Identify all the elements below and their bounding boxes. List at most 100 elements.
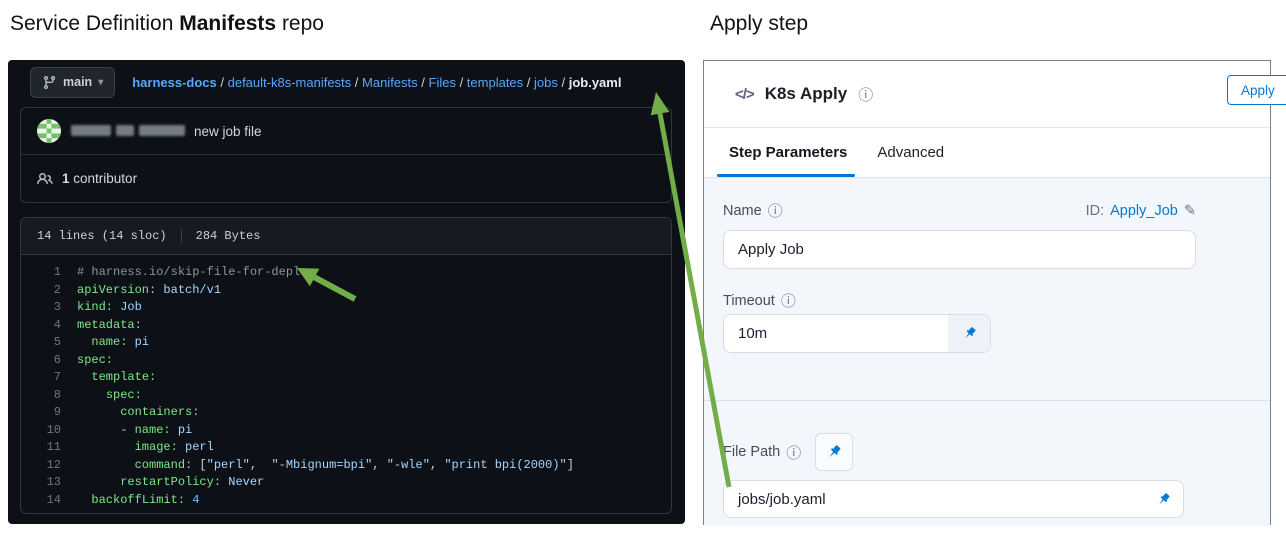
title-prefix: Service Definition <box>10 12 180 35</box>
line-number[interactable]: 8 <box>21 387 77 405</box>
breadcrumb-link[interactable]: templates <box>467 75 523 90</box>
title-suffix: repo <box>276 12 324 35</box>
timeout-field-label: Timeout ⓘ <box>723 290 796 311</box>
breadcrumb-link[interactable]: Manifests <box>362 75 418 90</box>
code-line-content: spec: <box>105 387 142 402</box>
code-icon: </> <box>735 85 755 103</box>
code-block: 1 # harness.io/skip-file-for-deploy 2 apiVe… <box>21 255 671 509</box>
file-viewer: 14 lines (14 sloc) 284 Bytes 1 # harness.… <box>20 217 672 514</box>
line-number[interactable]: 5 <box>21 334 77 352</box>
name-field-row: Name ⓘ ID: Apply_Job ✎ <box>723 200 1196 221</box>
line-number[interactable]: 13 <box>21 474 77 492</box>
pushpin-icon <box>829 445 841 458</box>
line-number[interactable]: 4 <box>21 317 77 335</box>
info-icon[interactable]: ⓘ <box>768 200 783 221</box>
code-line: 12 command: ["perl", "-Mbignum=bpi", "-w… <box>21 457 671 475</box>
avatar[interactable] <box>37 119 61 143</box>
file-path-label-text: File Path <box>723 444 781 460</box>
right-section-title: Apply step <box>710 12 809 35</box>
title-bold: Manifests <box>179 12 277 35</box>
code-line: 5 name: pi <box>21 334 671 352</box>
identicon <box>37 119 61 143</box>
git-branch-icon <box>43 75 56 89</box>
k8s-apply-step-panel: </> K8s Apply ⓘ Apply Step Parameters Ad… <box>703 60 1286 526</box>
file-path-input[interactable]: jobs/job.yaml <box>723 480 1184 518</box>
info-icon[interactable]: ⓘ <box>781 290 796 311</box>
file-path-pin-button[interactable] <box>815 433 854 471</box>
file-size-info: 284 Bytes <box>180 229 260 243</box>
code-line-content: command: ["perl", "-Mbignum=bpi", "-wle"… <box>134 457 574 472</box>
contributors-row[interactable]: 1 contributor <box>21 155 671 202</box>
code-line: 10 - name: pi <box>21 422 671 440</box>
code-line-content: backoffLimit: 4 <box>91 492 200 507</box>
chevron-down-icon: ▾ <box>98 76 104 88</box>
left-section-title: Service Definition Manifests repo <box>10 12 324 36</box>
breadcrumb-separator: / <box>417 74 429 90</box>
tab-advanced[interactable]: Advanced <box>877 128 944 177</box>
info-icon[interactable]: ⓘ <box>786 442 801 463</box>
line-number[interactable]: 2 <box>21 282 77 300</box>
code-line-content: kind: Job <box>77 300 142 314</box>
people-icon <box>37 172 53 184</box>
breadcrumb-link[interactable]: default-k8s-manifests <box>228 75 352 90</box>
name-input[interactable]: Apply Job <box>723 230 1196 269</box>
branch-selector[interactable]: main ▾ <box>30 66 116 98</box>
breadcrumb-separator: / <box>351 74 363 90</box>
code-line: 3 kind: Job <box>21 299 671 317</box>
line-number[interactable]: 9 <box>21 404 77 422</box>
commit-author-redacted <box>71 122 190 140</box>
redacted-text-block <box>116 125 134 137</box>
commit-message[interactable]: new job file <box>194 124 262 139</box>
github-file-panel: main ▾ harness-docs / default-k8s-manife… <box>8 60 685 524</box>
file-lines-info: 14 lines (14 sloc) <box>37 229 167 243</box>
screenshot-canvas: Service Definition Manifests repo Apply … <box>0 0 1286 537</box>
breadcrumb-current-file: job.yaml <box>568 74 622 90</box>
tab-step-parameters[interactable]: Step Parameters <box>716 128 856 177</box>
redacted-text-block <box>71 125 111 137</box>
breadcrumb-separator: / <box>216 74 228 90</box>
breadcrumb-separator: / <box>523 74 535 90</box>
code-line: 7 template: <box>21 369 671 387</box>
step-parameters-content: Name ⓘ ID: Apply_Job ✎ Apply Job Timeout… <box>704 178 1270 526</box>
id-value[interactable]: Apply_Job <box>1110 203 1178 219</box>
info-icon[interactable]: ⓘ <box>858 84 873 105</box>
code-line-content: # harness.io/skip-file-for-deploy <box>77 265 315 279</box>
step-id: ID: Apply_Job ✎ <box>1086 203 1196 219</box>
line-number[interactable]: 7 <box>21 369 77 387</box>
timeout-input[interactable]: 10m <box>723 314 991 353</box>
breadcrumb: harness-docs / default-k8s-manifests / M… <box>132 75 621 90</box>
latest-commit-row[interactable]: new job file <box>21 108 671 155</box>
timeout-pin-toggle[interactable] <box>948 315 990 352</box>
apply-changes-button[interactable]: Apply <box>1227 75 1286 105</box>
file-path-field-label: File Path ⓘ <box>723 442 801 463</box>
line-number[interactable]: 14 <box>21 492 77 510</box>
code-line-content: - name: pi <box>77 422 193 437</box>
breadcrumb-separator: / <box>455 74 467 90</box>
line-number[interactable]: 3 <box>21 299 77 317</box>
code-line-content: template: <box>91 370 157 384</box>
edit-pencil-icon[interactable]: ✎ <box>1184 203 1196 219</box>
line-number[interactable]: 12 <box>21 457 77 475</box>
file-meta-bar: 14 lines (14 sloc) 284 Bytes <box>21 218 671 255</box>
commit-info-box: new job file 1 contributor <box>20 107 672 203</box>
file-path-field-row: File Path ⓘ <box>723 433 854 471</box>
contributor-word: contributor <box>73 171 138 186</box>
code-line: 6 spec: <box>21 352 671 370</box>
breadcrumb-link[interactable]: Files <box>429 75 456 90</box>
line-number[interactable]: 10 <box>21 422 77 440</box>
file-path-pin-toggle[interactable] <box>1156 492 1171 507</box>
file-path-input-value: jobs/job.yaml <box>738 490 826 508</box>
code-line-content: restartPolicy: Never <box>120 475 265 489</box>
line-number[interactable]: 11 <box>21 439 77 457</box>
code-line: 8 spec: <box>21 387 671 405</box>
line-number[interactable]: 1 <box>21 264 77 282</box>
step-tabs: Step Parameters Advanced <box>704 128 1270 178</box>
name-input-value: Apply Job <box>738 241 804 258</box>
breadcrumb-link[interactable]: jobs <box>534 75 558 90</box>
line-number[interactable]: 6 <box>21 352 77 370</box>
code-line-content: spec: <box>77 352 114 367</box>
contributors-label: 1 contributor <box>62 171 137 186</box>
breadcrumb-repo-link[interactable]: harness-docs <box>132 75 217 90</box>
repo-header: main ▾ harness-docs / default-k8s-manife… <box>30 66 675 98</box>
section-divider <box>704 400 1270 401</box>
